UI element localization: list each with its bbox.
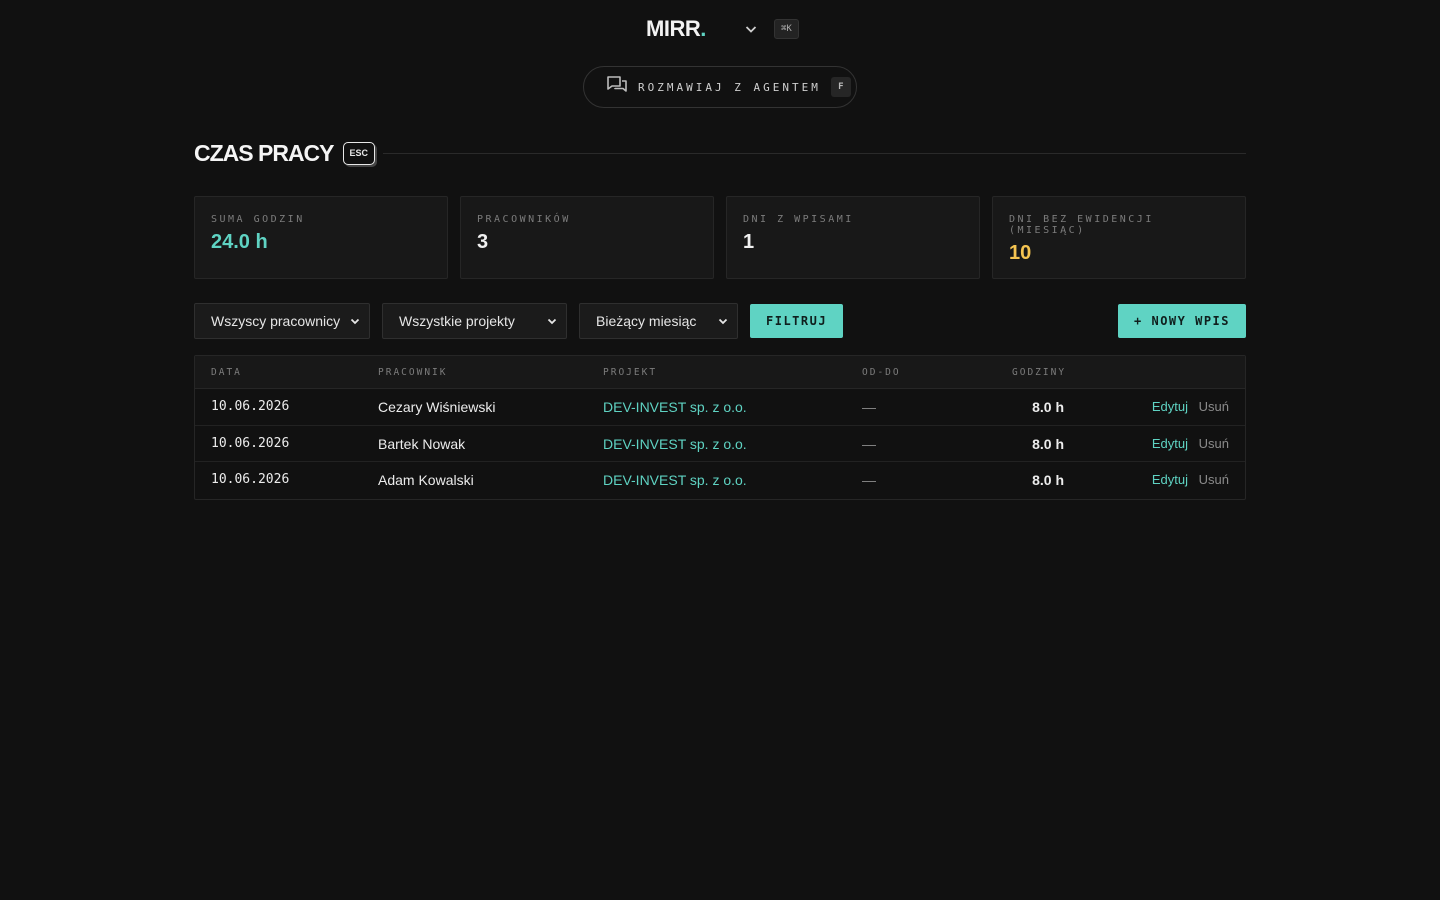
brand-logo[interactable]: MIRR.	[646, 16, 706, 42]
project-select-value: Wszystkie projekty	[399, 313, 515, 329]
entry-project-link[interactable]: DEV-INVEST sp. z o.o.	[603, 399, 747, 415]
column-header-hours: GODZINY	[1012, 367, 1067, 378]
entry-hours: 8.0 h	[1032, 399, 1064, 415]
chevron-down-icon	[717, 315, 729, 327]
entry-project-link[interactable]: DEV-INVEST sp. z o.o.	[603, 436, 747, 452]
filter-bar: Wszyscy pracownicy Wszystkie projekty Bi…	[194, 303, 1246, 339]
chevron-down-icon	[546, 315, 558, 327]
stat-label: DNI Z WPISAMI	[743, 214, 854, 225]
stat-card-days-without-records: DNI BEZ EWIDENCJI (MIESIĄC) 10	[992, 196, 1246, 279]
stat-value: 24.0 h	[211, 231, 268, 253]
stat-label: PRACOWNIKÓW	[477, 214, 571, 225]
entry-employee: Bartek Nowak	[378, 435, 466, 452]
column-header-employee: PRACOWNIK	[378, 367, 448, 378]
new-entry-button[interactable]: + NOWY WPIS	[1118, 304, 1246, 338]
stat-value: 3	[477, 231, 489, 253]
stat-value: 1	[743, 231, 755, 253]
table-row: 10.06.2026 Cezary Wiśniewski DEV-INVEST …	[195, 389, 1245, 426]
entry-date: 10.06.2026	[211, 435, 290, 451]
section-header: CZAS PRACY ESC	[194, 138, 1246, 168]
entry-employee: Adam Kowalski	[378, 472, 474, 488]
edit-entry-button[interactable]: Edytuj	[1152, 399, 1188, 414]
delete-entry-button[interactable]: Usuń	[1199, 436, 1229, 451]
column-header-range: OD-DO	[862, 367, 901, 378]
entry-employee: Cezary Wiśniewski	[378, 399, 496, 415]
brand-dot: .	[700, 16, 706, 41]
entry-date: 10.06.2026	[211, 399, 290, 414]
entry-project-link[interactable]: DEV-INVEST sp. z o.o.	[603, 472, 747, 488]
entry-time-range: —	[862, 472, 876, 488]
column-header-date: DATA	[211, 367, 242, 378]
chat-bubbles-icon	[606, 75, 628, 100]
delete-entry-button[interactable]: Usuń	[1199, 472, 1229, 487]
edit-entry-button[interactable]: Edytuj	[1152, 472, 1188, 487]
stat-card-employees: PRACOWNIKÓW 3	[460, 196, 714, 279]
stat-value: 10	[1009, 242, 1032, 264]
column-header-project: PROJEKT	[603, 367, 658, 378]
employee-select-value: Wszyscy pracownicy	[211, 313, 341, 329]
brand-name: MIRR	[646, 16, 701, 41]
chevron-down-icon	[349, 315, 361, 327]
stat-card-total-hours: SUMA GODZIN 24.0 h	[194, 196, 448, 279]
command-shortcut-badge: ⌘K	[774, 19, 799, 39]
stat-label: DNI BEZ EWIDENCJI (MIESIĄC)	[1009, 214, 1154, 236]
agent-shortcut-badge: F	[830, 77, 851, 97]
stat-label: SUMA GODZIN	[211, 214, 305, 225]
project-select[interactable]: Wszystkie projekty	[382, 303, 567, 339]
chevron-down-icon[interactable]	[742, 20, 760, 38]
title-divider	[383, 152, 1246, 154]
time-entries-table: DATA PRACOWNIK PROJEKT OD-DO GODZINY 10.…	[194, 355, 1246, 500]
filter-button[interactable]: FILTRUJ	[750, 304, 844, 338]
stats-row: SUMA GODZIN 24.0 h PRACOWNIKÓW 3 DNI Z W…	[194, 196, 1246, 279]
entry-hours: 8.0 h	[1032, 472, 1064, 488]
entry-time-range: —	[862, 399, 876, 415]
entry-time-range: —	[862, 435, 876, 452]
table-row: 10.06.2026 Bartek Nowak DEV-INVEST sp. z…	[195, 426, 1245, 462]
edit-entry-button[interactable]: Edytuj	[1152, 436, 1188, 451]
employee-select[interactable]: Wszyscy pracownicy	[194, 303, 370, 339]
period-select-value: Bieżący miesiąc	[596, 313, 697, 329]
table-header: DATA PRACOWNIK PROJEKT OD-DO GODZINY	[195, 356, 1245, 389]
table-row: 10.06.2026 Adam Kowalski DEV-INVEST sp. …	[195, 462, 1245, 499]
delete-entry-button[interactable]: Usuń	[1199, 399, 1229, 414]
chat-with-agent-label: ROZMAWIAJ Z AGENTEM	[638, 80, 821, 94]
stat-card-days-with-entries: DNI Z WPISAMI 1	[726, 196, 980, 279]
page-title: CZAS PRACY	[194, 139, 335, 166]
esc-button[interactable]: ESC	[342, 141, 376, 165]
entry-date: 10.06.2026	[211, 472, 290, 487]
period-select[interactable]: Bieżący miesiąc	[579, 303, 738, 339]
brand-bar: MIRR. ⌘K	[0, 14, 1440, 44]
entry-hours: 8.0 h	[1032, 435, 1064, 452]
chat-with-agent-button[interactable]: ROZMAWIAJ Z AGENTEM F	[583, 66, 857, 108]
